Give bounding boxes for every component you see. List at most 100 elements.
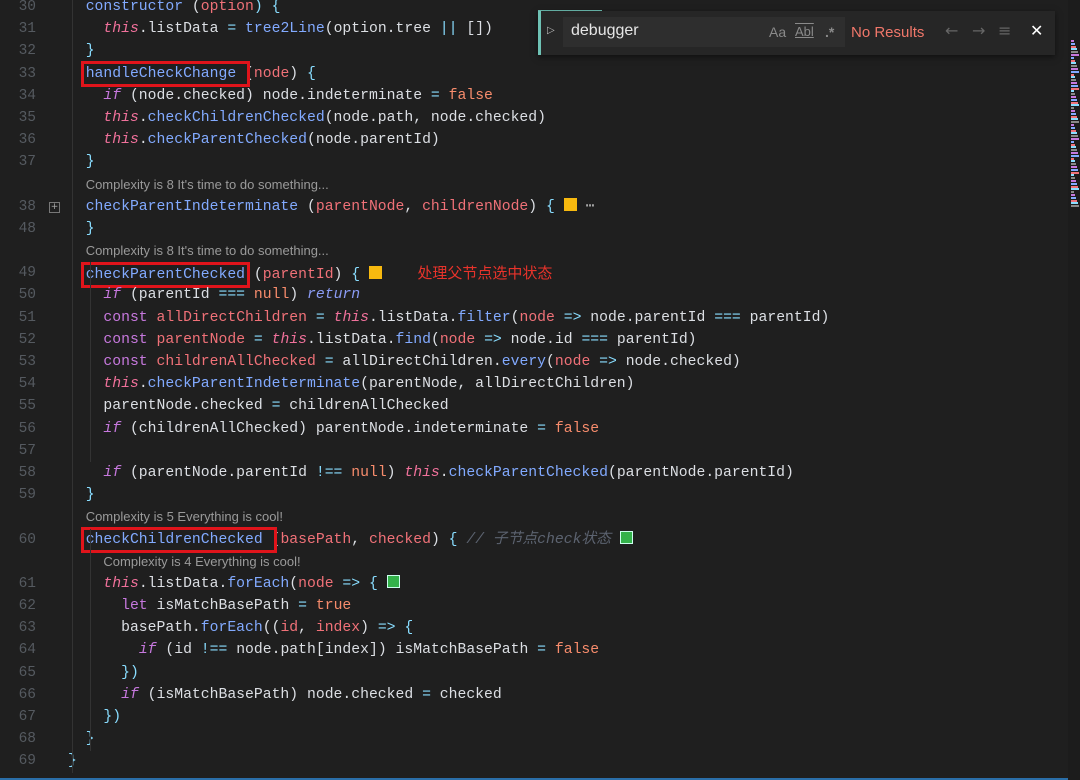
next-match-icon[interactable]: → (972, 21, 985, 40)
line-number: 34 (18, 87, 36, 104)
code-token: = (430, 87, 440, 104)
line-number: 64 (18, 642, 36, 659)
code-text[interactable]: }) (68, 662, 139, 684)
minimap-mark (1071, 40, 1074, 42)
code-token: node (253, 65, 290, 82)
codelens-complexity[interactable]: Complexity is 8 It's time to do somethin… (86, 240, 329, 262)
code-text[interactable]: let isMatchBasePath = true (68, 595, 351, 617)
code-text[interactable]: if (parentId === null) return (68, 284, 360, 306)
minimap-mark (1071, 174, 1074, 177)
code-token: checked (368, 531, 431, 548)
code-token: (node.parentId) (307, 132, 440, 149)
code-line: 63 basePath.forEach((id, index) => { (0, 617, 1060, 639)
match-case-icon[interactable]: Aa (769, 24, 786, 40)
code-token: allDirectChildren. (333, 354, 502, 370)
code-editor[interactable]: 30 constructor (option) {31 this.listDat… (0, 0, 1068, 780)
code-line: 49 checkParentChecked (parentId) { 处理父节点… (0, 262, 1060, 289)
codelens-complexity[interactable]: Complexity is 4 Everything is cool! (103, 551, 300, 573)
code-text[interactable]: }) (68, 706, 121, 728)
line-number: 56 (18, 420, 36, 437)
code-token: { (448, 531, 458, 548)
codelens-complexity[interactable]: Complexity is 5 Everything is cool! (86, 506, 283, 528)
code-text[interactable]: this.checkChildrenChecked(node.path, nod… (68, 107, 546, 129)
complexity-ok-marker-icon (619, 530, 633, 544)
minimap-mark (1071, 180, 1076, 182)
code-line: 38 + checkParentIndeterminate (parentNode… (0, 196, 1060, 218)
minimap-mark (1071, 112, 1076, 115)
code-token: this (103, 132, 139, 149)
code-token: parentNode (156, 331, 246, 348)
code-text[interactable]: handleCheckChange (node) { (68, 60, 316, 87)
code-text[interactable]: checkParentIndeterminate (parentNode, ch… (68, 196, 594, 218)
code-token: parentId) (740, 309, 830, 326)
code-text[interactable]: this.checkParentChecked(node.parentId) (68, 129, 440, 151)
code-token: { (368, 575, 378, 592)
code-token: ) (289, 65, 307, 82)
minimap-mark (1071, 107, 1074, 110)
previous-match-icon[interactable]: ← (945, 21, 958, 40)
code-token: . (138, 132, 148, 149)
code-text[interactable]: checkChildrenChecked (basePath, checked)… (68, 526, 633, 553)
find-input[interactable]: debugger Aa Abl .* (563, 17, 845, 47)
code-text[interactable]: this.checkParentIndeterminate(parentNode… (68, 373, 634, 395)
codelens-row: Complexity is 8 It's time to do somethin… (0, 174, 1060, 196)
code-text[interactable]: if (isMatchBasePath) node.checked = chec… (68, 684, 502, 706)
code-token: ( (546, 354, 555, 370)
code-token: node.checked) (616, 354, 741, 370)
code-text[interactable]: this.listData = tree2Line(option.tree ||… (68, 18, 493, 40)
code-token: = (324, 354, 334, 370)
minimap-mark (1071, 160, 1075, 163)
minimap-mark (1071, 199, 1077, 202)
code-token: = (422, 686, 431, 703)
close-icon[interactable]: ✕ (1030, 21, 1043, 40)
code-text[interactable]: if (node.checked) node.indeterminate = f… (68, 85, 493, 107)
code-token: (parentNode.parentId (121, 464, 316, 481)
code-text[interactable]: const childrenAllChecked = allDirectChil… (68, 351, 741, 373)
code-token: find (395, 331, 431, 348)
regex-icon[interactable]: .* (825, 24, 834, 40)
code-token: checkParentIndeterminate (147, 376, 361, 393)
code-token: }) (121, 664, 139, 681)
code-text[interactable]: basePath.forEach((id, index) => { (68, 617, 413, 639)
find-input-value[interactable]: debugger (571, 22, 639, 40)
fold-expand-icon[interactable]: + (49, 201, 60, 213)
toggle-replace-icon[interactable]: ▷ (547, 25, 555, 36)
code-text[interactable]: parentNode.checked = childrenAllChecked (68, 395, 448, 417)
code-token: if (103, 87, 122, 104)
code-text[interactable]: this.listData.forEach(node => { (68, 573, 400, 595)
code-token: this (103, 109, 139, 126)
minimap-mark (1071, 182, 1077, 185)
line-number: 57 (18, 442, 36, 459)
code-token: if (121, 686, 139, 703)
minimap-mark (1071, 146, 1076, 149)
find-in-selection-icon[interactable]: ≡ (998, 21, 1011, 40)
whole-word-icon[interactable]: Abl (795, 24, 814, 39)
code-line: 68 } (0, 728, 1060, 750)
complexity-ok-marker-icon (386, 574, 400, 588)
code-text[interactable]: if (id !== node.path[index]) isMatchBase… (68, 639, 599, 661)
code-text[interactable]: if (parentNode.parentId !== null) this.c… (68, 462, 793, 484)
code-text[interactable]: constructor (option) { (68, 0, 281, 18)
code-text[interactable]: const allDirectChildren = this.listData.… (68, 307, 829, 329)
code-token: isMatchBasePath (147, 598, 299, 615)
line-number: 49 (18, 265, 36, 282)
code-text[interactable]: checkParentChecked (parentId) { 处理父节点选中状… (68, 262, 552, 289)
code-text[interactable]: const parentNode = this.listData.find(no… (68, 329, 696, 351)
codelens-complexity[interactable]: Complexity is 8 It's time to do somethin… (86, 174, 329, 196)
code-text[interactable]: if (childrenAllChecked) parentNode.indet… (68, 418, 599, 440)
code-token: === (581, 331, 609, 348)
minimap-mark (1071, 149, 1077, 152)
